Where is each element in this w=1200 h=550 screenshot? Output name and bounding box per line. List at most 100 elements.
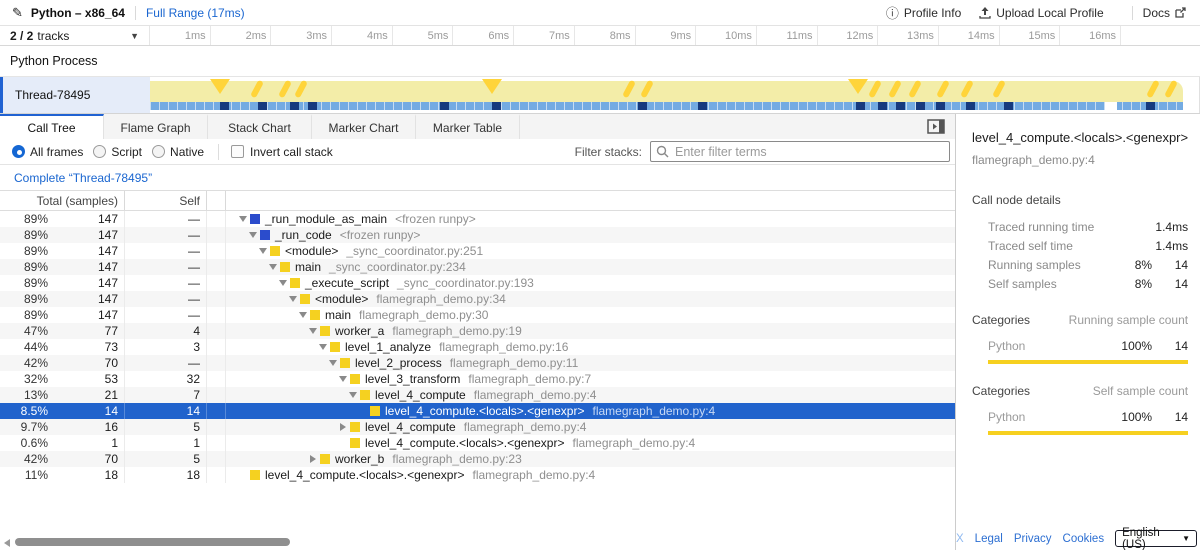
- radio-script[interactable]: Script: [93, 145, 142, 159]
- chevron-down-icon: [259, 248, 267, 254]
- python-category-icon: [310, 310, 320, 320]
- expand-twisty[interactable]: [266, 264, 280, 270]
- docs-link[interactable]: Docs: [1143, 6, 1186, 20]
- invert-call-stack-checkbox[interactable]: Invert call stack: [231, 145, 333, 159]
- privacy-link[interactable]: Privacy: [1014, 533, 1052, 545]
- expand-twisty[interactable]: [306, 328, 320, 334]
- process-track-header[interactable]: Python Process: [0, 46, 1200, 77]
- sample-segment-dark: [1146, 102, 1155, 110]
- expand-twisty[interactable]: [336, 376, 350, 382]
- table-row[interactable]: 42%70—level_2_processflamegraph_demo.py:…: [0, 355, 955, 371]
- sample-segment-dark: [440, 102, 449, 110]
- total-percent: 44%: [0, 340, 48, 354]
- python-category-icon: [280, 262, 290, 272]
- sample-segment-dark: [916, 102, 925, 110]
- tab-flame-graph[interactable]: Flame Graph: [104, 114, 208, 139]
- expand-twisty[interactable]: [276, 280, 290, 286]
- ruler-tick: 2ms: [211, 26, 272, 45]
- table-row[interactable]: 42%705worker_bflamegraph_demo.py:23: [0, 451, 955, 467]
- table-row[interactable]: 89%147—<module>_sync_coordinator.py:251: [0, 243, 955, 259]
- function-name: <module>: [285, 244, 338, 258]
- track-canvas[interactable]: [150, 77, 1200, 113]
- selected-node-file: flamegraph_demo.py:4: [972, 153, 1188, 167]
- expand-twisty[interactable]: [316, 344, 330, 350]
- tab-stack-chart[interactable]: Stack Chart: [208, 114, 312, 139]
- total-percent: 32%: [0, 372, 48, 386]
- column-header-total[interactable]: Total (samples): [0, 191, 125, 210]
- table-row[interactable]: 32%5332level_3_transformflamegraph_demo.…: [0, 371, 955, 387]
- expand-twisty[interactable]: [236, 216, 250, 222]
- thread-track-label[interactable]: Thread-78495: [3, 77, 150, 113]
- total-samples: 147: [48, 244, 124, 258]
- table-row[interactable]: 89%147—_run_module_as_main<frozen runpy>: [0, 211, 955, 227]
- total-samples: 73: [48, 340, 124, 354]
- expand-twisty[interactable]: [256, 248, 270, 254]
- python-category-icon: [300, 294, 310, 304]
- total-samples: 21: [48, 388, 124, 402]
- tab-marker-chart[interactable]: Marker Chart: [312, 114, 416, 139]
- complete-thread-link[interactable]: Complete “Thread-78495”: [14, 171, 152, 185]
- dismiss-footer-button[interactable]: X: [956, 533, 964, 545]
- profile-info-button[interactable]: ⓘ Profile Info: [886, 3, 961, 22]
- table-row[interactable]: 47%774worker_aflamegraph_demo.py:19: [0, 323, 955, 339]
- sidebar-toggle-button[interactable]: [927, 119, 945, 134]
- marker-triangle-icon[interactable]: [210, 79, 230, 94]
- function-file: _sync_coordinator.py:234: [329, 260, 466, 274]
- scroll-left-arrow-icon[interactable]: [4, 539, 10, 547]
- table-row[interactable]: 8.5%1414level_4_compute.<locals>.<genexp…: [0, 403, 955, 419]
- table-row[interactable]: 89%147—<module>flamegraph_demo.py:34: [0, 291, 955, 307]
- cookies-link[interactable]: Cookies: [1063, 533, 1105, 545]
- chevron-down-icon: ▼: [130, 31, 139, 41]
- external-link-icon: [1175, 7, 1186, 18]
- marker-triangle-icon[interactable]: [848, 79, 868, 94]
- table-row[interactable]: 11%1818level_4_compute.<locals>.<genexpr…: [0, 467, 955, 483]
- function-name: _run_module_as_main: [265, 212, 387, 226]
- tracks-dropdown[interactable]: 2 / 2 tracks ▼: [0, 26, 150, 45]
- upload-profile-button[interactable]: Upload Local Profile: [979, 6, 1103, 20]
- table-row[interactable]: 9.7%165level_4_computeflamegraph_demo.py…: [0, 419, 955, 435]
- cell-total: 89%147: [0, 259, 125, 275]
- sample-segment-dark: [966, 102, 975, 110]
- cell-total: 44%73: [0, 339, 125, 355]
- expand-twisty[interactable]: [286, 296, 300, 302]
- full-range-link[interactable]: Full Range (17ms): [146, 6, 245, 20]
- marker-triangle-icon[interactable]: [482, 79, 502, 94]
- table-row[interactable]: 0.6%11level_4_compute.<locals>.<genexpr>…: [0, 435, 955, 451]
- table-row[interactable]: 89%147—main_sync_coordinator.py:234: [0, 259, 955, 275]
- expand-twisty[interactable]: [306, 455, 320, 463]
- ruler-tick: 12ms: [818, 26, 879, 45]
- table-row[interactable]: 13%217level_4_computeflamegraph_demo.py:…: [0, 387, 955, 403]
- legal-link[interactable]: Legal: [975, 533, 1003, 545]
- radio-all-frames[interactable]: All frames: [12, 145, 83, 159]
- total-percent: 89%: [0, 244, 48, 258]
- chevron-down-icon: [339, 376, 347, 382]
- expand-twisty[interactable]: [336, 423, 350, 431]
- total-percent: 89%: [0, 212, 48, 226]
- function-name: level_4_compute: [375, 388, 466, 402]
- edit-profile-name-icon[interactable]: ✎: [12, 5, 23, 21]
- cell-spacer: [207, 243, 226, 259]
- filter-stacks-label: Filter stacks:: [575, 145, 642, 159]
- expand-twisty[interactable]: [296, 312, 310, 318]
- call-node-details-heading: Call node details: [972, 193, 1188, 207]
- table-row[interactable]: 89%147—mainflamegraph_demo.py:30: [0, 307, 955, 323]
- table-row[interactable]: 89%147—_execute_script_sync_coordinator.…: [0, 275, 955, 291]
- range-breadcrumb: Complete “Thread-78495”: [0, 165, 955, 190]
- table-row[interactable]: 89%147—_run_code<frozen runpy>: [0, 227, 955, 243]
- scrollbar-thumb[interactable]: [15, 538, 290, 546]
- table-row[interactable]: 44%733level_1_analyzeflamegraph_demo.py:…: [0, 339, 955, 355]
- expand-twisty[interactable]: [346, 392, 360, 398]
- tab-call-tree[interactable]: Call Tree: [0, 114, 104, 139]
- function-name: worker_a: [335, 324, 384, 338]
- sample-segment-dark: [258, 102, 267, 110]
- expand-twisty[interactable]: [326, 360, 340, 366]
- search-input[interactable]: [650, 141, 950, 162]
- sidebar: level_4_compute.<locals>.<genexpr> flame…: [955, 114, 1200, 550]
- total-percent: 9.7%: [0, 420, 48, 434]
- expand-twisty[interactable]: [246, 232, 260, 238]
- language-select[interactable]: English (US) ▼: [1115, 530, 1197, 547]
- radio-native[interactable]: Native: [152, 145, 204, 159]
- cell-function: level_4_computeflamegraph_demo.py:4: [226, 419, 955, 435]
- tab-marker-table[interactable]: Marker Table: [416, 114, 520, 139]
- column-header-self[interactable]: Self: [125, 191, 207, 210]
